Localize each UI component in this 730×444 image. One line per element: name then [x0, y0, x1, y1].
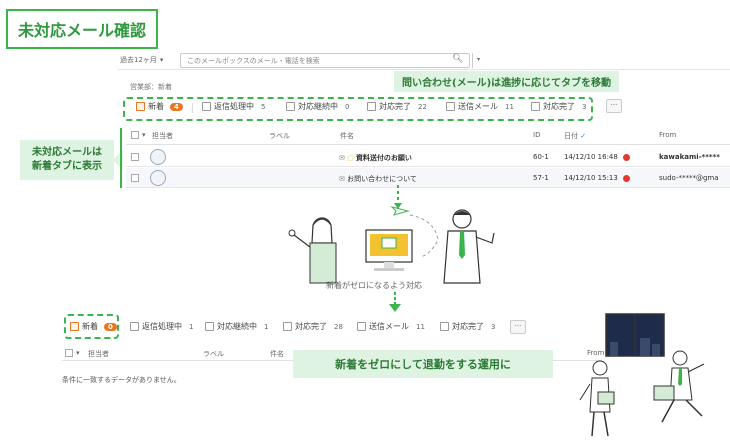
- tab-label: 対応完了: [295, 322, 327, 331]
- tab-count: 11: [416, 322, 425, 331]
- folder-icon: [202, 102, 211, 111]
- mid-caption: 新着がゼロになるよう対応: [326, 281, 422, 290]
- search-options-button[interactable]: ▾: [472, 53, 484, 68]
- tab-label: 返信処理中: [214, 102, 254, 111]
- illustration-workers: [288, 185, 495, 284]
- tab-label: 対応継続中: [298, 102, 338, 111]
- down-arrow: [389, 292, 401, 312]
- tab-done-2[interactable]: 対応完了 3: [531, 101, 586, 112]
- speech-icon: ◌: [347, 154, 356, 162]
- tab-count: 3: [491, 322, 496, 331]
- tab-in-progress-bottom[interactable]: 対応継続中 1: [205, 321, 268, 332]
- row-checkbox[interactable]: [131, 174, 139, 182]
- tab-new-bottom[interactable]: 新着 0: [70, 321, 117, 332]
- row-from: sudo-*****@gma: [659, 174, 719, 182]
- side-callout: 未対応メールは 新着タブに表示: [20, 140, 114, 180]
- tabs-highlight-frame: [123, 97, 593, 121]
- tab-count: 1: [189, 322, 194, 331]
- column-date[interactable]: 日付 ✓: [564, 131, 586, 141]
- folder-icon: [531, 102, 540, 111]
- row-subject[interactable]: ✉ ◌ 資料送付のお願い: [339, 153, 412, 163]
- tabs-callout: 問い合わせ(メール)は進捗に応じてタブを移動: [394, 71, 620, 92]
- tab-count: 28: [334, 322, 343, 331]
- select-all-checkbox[interactable]: [65, 349, 73, 357]
- folder-icon: [286, 102, 295, 111]
- row-from: kawakami-*****: [659, 153, 720, 161]
- breadcrumb: 営業部：新着: [130, 83, 172, 91]
- tab-in-progress[interactable]: 対応継続中 0: [286, 101, 349, 112]
- illustration-leaving: [579, 313, 705, 437]
- search-icon[interactable]: 🔍︎: [452, 54, 463, 64]
- bottom-callout: 新着をゼロにして退勤をする運用に: [293, 350, 553, 378]
- open-mail-icon: ✉: [339, 175, 348, 183]
- page-title: 未対応メール確認: [6, 9, 158, 49]
- folder-icon: [283, 322, 292, 331]
- tab-count: 3: [582, 102, 587, 111]
- folder-icon: [357, 322, 366, 331]
- side-callout-line: 未対応メールは: [32, 147, 102, 158]
- search-input[interactable]: このメールボックスのメール・電話を検索: [180, 53, 470, 68]
- more-tabs-button[interactable]: ···: [606, 99, 622, 113]
- row-checkbox[interactable]: [131, 153, 139, 161]
- alert-icon: [623, 175, 630, 182]
- more-tabs-button-bottom[interactable]: ···: [510, 320, 526, 334]
- tab-count: 1: [264, 322, 269, 331]
- select-dropdown-icon[interactable]: ▾: [76, 349, 80, 357]
- tab-label: 対応完了: [452, 322, 484, 331]
- inbox-icon: [136, 102, 145, 111]
- tab-replying[interactable]: 返信処理中 5: [202, 101, 265, 112]
- tab-label: 返信処理中: [142, 322, 182, 331]
- column-subject[interactable]: 件名: [340, 131, 354, 141]
- tab-label: 新着: [148, 102, 164, 111]
- inbox-icon: [70, 322, 79, 331]
- avatar: [150, 170, 166, 186]
- select-all-checkbox[interactable]: [131, 131, 139, 139]
- tab-count-badge: 0: [104, 322, 117, 331]
- tab-count-badge: 4: [170, 102, 183, 111]
- column-from[interactable]: From: [659, 131, 676, 139]
- column-id[interactable]: ID: [533, 131, 540, 139]
- folder-icon: [130, 322, 139, 331]
- tab-done-bottom[interactable]: 対応完了 28: [283, 321, 343, 332]
- folder-icon: [205, 322, 214, 331]
- folder-icon: [446, 102, 455, 111]
- column-assignee[interactable]: 担当者: [88, 349, 109, 359]
- tab-count: 5: [261, 102, 266, 111]
- folder-icon: [367, 102, 376, 111]
- tab-label: 新着: [82, 322, 98, 331]
- column-subject[interactable]: 件名: [270, 349, 284, 359]
- row-subject[interactable]: ✉ お問い合わせについて: [339, 174, 417, 184]
- select-dropdown-icon[interactable]: ▾: [142, 131, 146, 139]
- empty-message: 条件に一致するデータがありません。: [62, 376, 181, 384]
- tab-count: 22: [418, 102, 427, 111]
- tab-label: 送信メール: [369, 322, 409, 331]
- side-callout-line: 新着タブに表示: [32, 161, 102, 172]
- column-label[interactable]: ラベル: [203, 349, 224, 359]
- tab-replying-bottom[interactable]: 返信処理中 1: [130, 321, 193, 332]
- tab-done-2-bottom[interactable]: 対応完了 3: [440, 321, 495, 332]
- row-id: 60-1: [533, 153, 549, 161]
- column-assignee[interactable]: 担当者: [152, 131, 173, 141]
- tab-done[interactable]: 対応完了 22: [367, 101, 427, 112]
- folder-icon: [440, 322, 449, 331]
- tab-sent[interactable]: 送信メール 11: [446, 101, 514, 112]
- tab-new[interactable]: 新着 4: [136, 101, 183, 112]
- tab-label: 対応完了: [379, 102, 411, 111]
- tab-sent-bottom[interactable]: 送信メール 11: [357, 321, 425, 332]
- row-date: 14/12/10 16:48: [564, 153, 618, 161]
- table-row[interactable]: [126, 147, 730, 167]
- tab-label: 対応完了: [543, 102, 575, 111]
- tab-count: 11: [505, 102, 514, 111]
- tab-label: 対応継続中: [217, 322, 257, 331]
- period-dropdown[interactable]: 過去12ヶ月: [120, 55, 163, 65]
- tab-count: 0: [345, 102, 350, 111]
- row-id: 57-1: [533, 174, 549, 182]
- column-label[interactable]: ラベル: [269, 131, 290, 141]
- row-date: 14/12/10 15:13: [564, 174, 618, 182]
- avatar: [150, 149, 166, 165]
- alert-icon: [623, 154, 630, 161]
- tab-label: 送信メール: [458, 102, 498, 111]
